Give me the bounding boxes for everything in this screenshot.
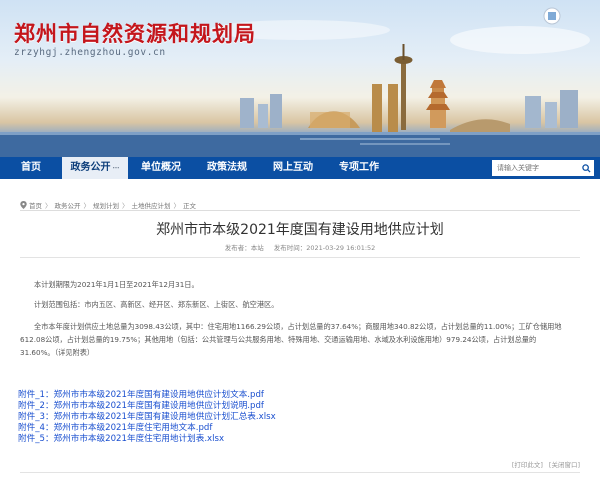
- attachment-link[interactable]: 附件_1：郑州市市本级2021年度国有建设用地供应计划文本.pdf: [18, 390, 276, 401]
- breadcrumb-separator: 〉: [122, 202, 129, 210]
- search-input[interactable]: [492, 160, 580, 176]
- article-actions: [打印此文] [关闭窗口]: [512, 459, 580, 469]
- site-title: 郑州市自然资源和规划局: [14, 21, 256, 46]
- nav-item-policies[interactable]: 政策法规: [194, 157, 260, 179]
- breadcrumb-separator: 〉: [45, 202, 52, 210]
- breadcrumb-land-supply[interactable]: 土地供应计划: [132, 200, 171, 210]
- breadcrumb-home[interactable]: 首页: [29, 200, 42, 210]
- divider: [20, 210, 580, 211]
- breadcrumb-separator: 〉: [83, 202, 91, 210]
- breadcrumb-planning[interactable]: 规划计划: [93, 200, 119, 210]
- paragraph-totals: 全市本年度计划供应土地总量为3098.43公顷，其中：住宅用地1166.29公顷…: [20, 322, 562, 357]
- attachment-list: 附件_1：郑州市市本级2021年度国有建设用地供应计划文本.pdf 附件_2：郑…: [18, 390, 276, 445]
- breadcrumb-current: 正文: [183, 202, 196, 210]
- breadcrumb-government-affairs[interactable]: 政务公开: [55, 200, 81, 210]
- nav-item-home[interactable]: 首页: [0, 157, 62, 179]
- site-url: zrzyhgj.zhengzhou.gov.cn: [14, 47, 166, 58]
- nav-item-government-affairs[interactable]: 政务公开 ⋯: [62, 157, 128, 179]
- attachment-link[interactable]: 附件_2：郑州市市本级2021年度国有建设用地供应计划说明.pdf: [18, 401, 276, 412]
- nav-item-interaction[interactable]: 网上互动: [260, 157, 326, 179]
- search-button[interactable]: [578, 160, 594, 176]
- main-nav: 首页 政务公开 ⋯ 单位概况 政策法规 网上互动 专项工作: [0, 157, 600, 179]
- article-date: 发布时间：2021-03-29 16:01:52: [273, 244, 376, 252]
- divider: [20, 257, 580, 258]
- breadcrumb-separator: 〉: [173, 202, 181, 210]
- location-pin-icon: [20, 201, 27, 209]
- attachment-link[interactable]: 附件_3：郑州市市本级2021年度国有建设用地供应计划汇总表.xlsx: [18, 412, 276, 423]
- nav-item-unit-overview[interactable]: 单位概况: [128, 157, 194, 179]
- nav-item-special-work[interactable]: 专项工作: [326, 157, 392, 179]
- attachment-link[interactable]: 附件_4：郑州市市本级2021年度住宅用地文本.pdf: [18, 423, 276, 434]
- attachment-link[interactable]: 附件_5：郑州市市本级2021年度住宅用地计划表.xlsx: [18, 434, 276, 445]
- search-icon: [581, 163, 591, 173]
- page-title: 郑州市市本级2021年度国有建设用地供应计划: [156, 222, 444, 238]
- article-source: 发布者：本站: [224, 244, 264, 252]
- article-meta: 发布者：本站 发布时间：2021-03-29 16:01:52: [0, 242, 600, 252]
- print-button[interactable]: [打印此文]: [512, 459, 543, 469]
- nav-item-label: 政务公开: [70, 162, 111, 173]
- paragraph-scope: 计划范围包括：市内五区、高新区、经开区、郑东新区、上街区、航空港区。: [34, 300, 279, 309]
- paragraph-period: 本计划期限为2021年1月1日至2021年12月31日。: [34, 280, 199, 289]
- divider: [20, 472, 580, 473]
- header-banner: 郑州市自然资源和规划局 zrzyhgj.zhengzhou.gov.cn: [0, 0, 600, 157]
- breadcrumb: 首页 〉 政务公开 〉 规划计划 〉 土地供应计划 〉 正文: [20, 200, 196, 210]
- more-icon: ⋯: [112, 164, 120, 172]
- close-window-button[interactable]: [关闭窗口]: [549, 459, 580, 469]
